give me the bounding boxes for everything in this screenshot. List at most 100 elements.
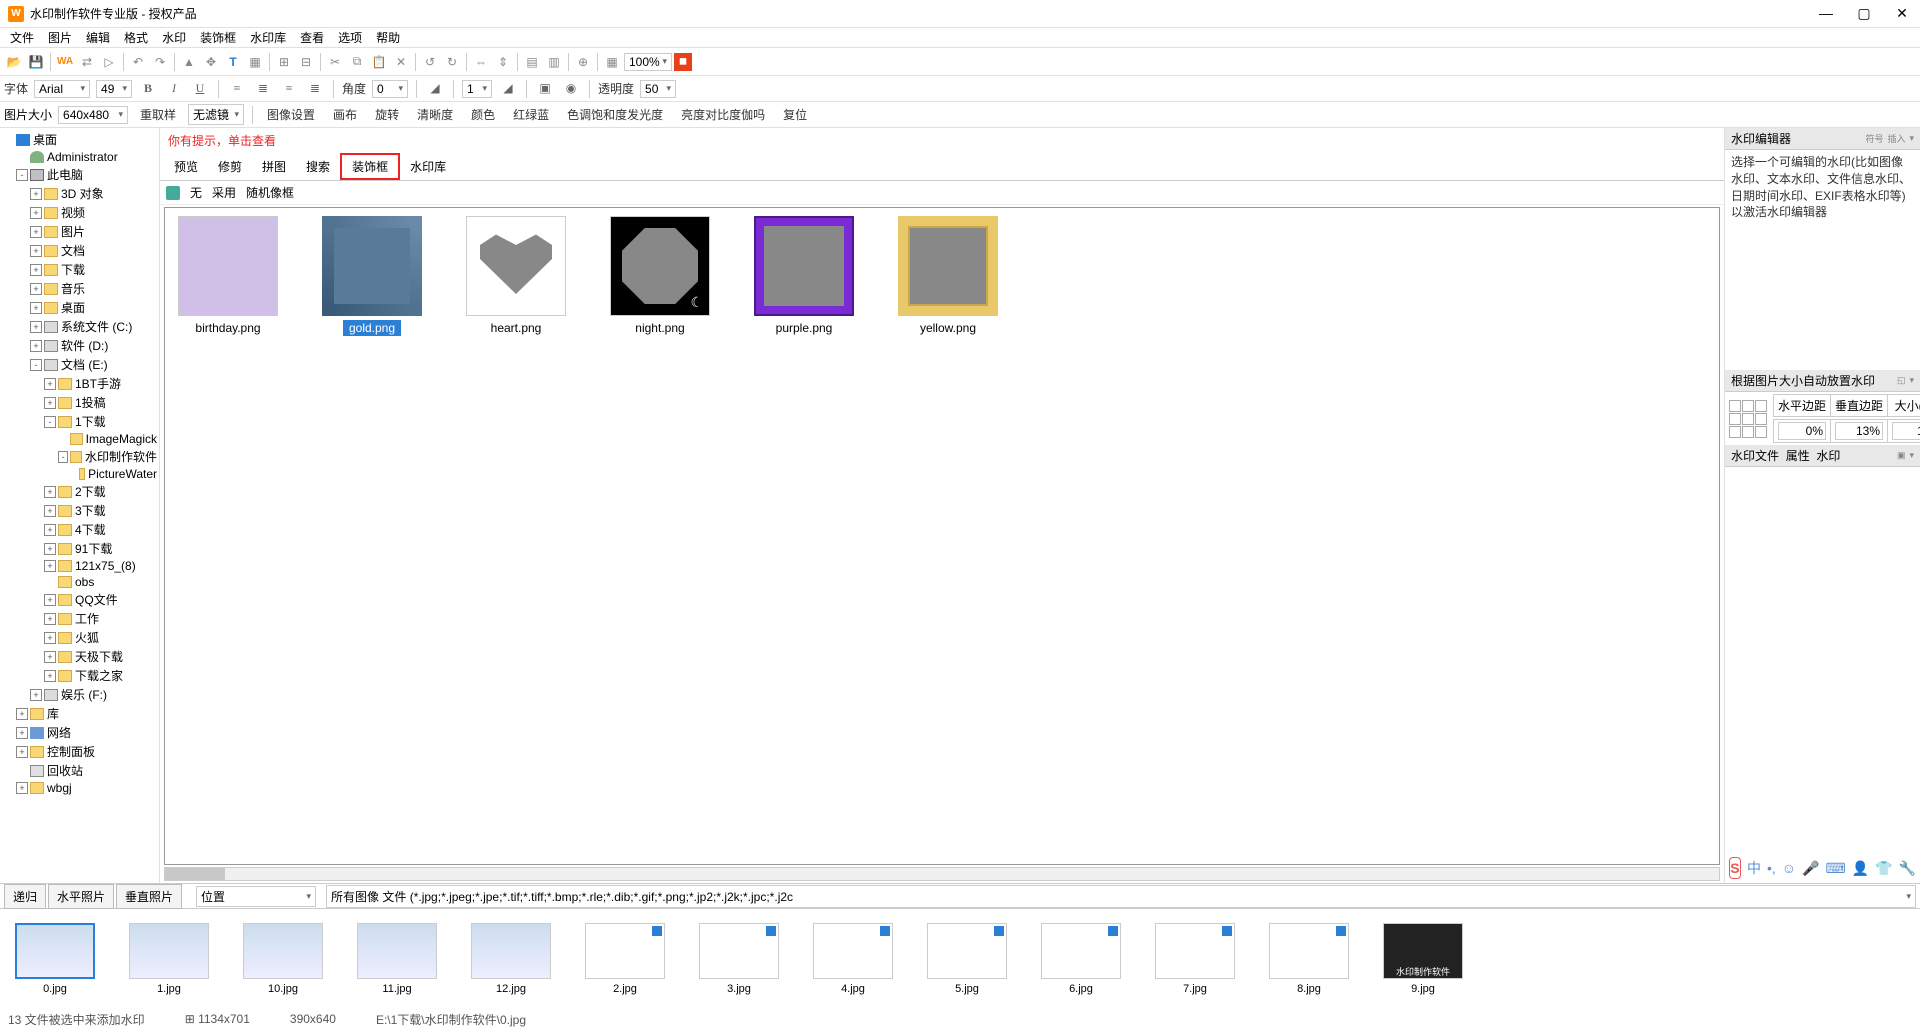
bold-button[interactable]: B — [138, 79, 158, 99]
wa-icon[interactable]: WA — [55, 52, 75, 72]
undo-icon[interactable]: ↶ — [128, 52, 148, 72]
thumb-item[interactable]: 0.jpg — [10, 923, 100, 995]
shadow-button[interactable]: ▣ — [535, 79, 555, 99]
tree-item[interactable]: +火狐 — [0, 628, 159, 647]
image-size-combo[interactable]: 640x480▾ — [58, 106, 128, 124]
ime-punct-icon[interactable]: •, — [1767, 860, 1776, 876]
tree-item[interactable]: +音乐 — [0, 279, 159, 298]
refresh-icon[interactable] — [166, 186, 180, 200]
h-margin-input[interactable] — [1778, 422, 1826, 440]
tree-item[interactable]: 桌面 — [0, 130, 159, 149]
underline-button[interactable]: U — [190, 79, 210, 99]
tree-item[interactable]: -水印制作软件 — [0, 447, 159, 466]
align-right-button[interactable]: ≡ — [279, 79, 299, 99]
redo-icon[interactable]: ↷ — [150, 52, 170, 72]
menu-帮助[interactable]: 帮助 — [370, 27, 406, 48]
group-icon[interactable]: ⊞ — [274, 52, 294, 72]
horizontal-scrollbar[interactable] — [164, 867, 1720, 881]
font-size-combo[interactable]: 49▾ — [96, 80, 132, 98]
filter-combo[interactable]: 无滤镜▾ — [188, 104, 244, 125]
autoplace-min-icon[interactable]: ◱ — [1897, 375, 1906, 386]
tree-item[interactable]: +视频 — [0, 203, 159, 222]
tree-item[interactable]: +1投稿 — [0, 393, 159, 412]
chars-button[interactable]: 符号 — [1865, 132, 1883, 145]
stroke-width-input[interactable]: 1▾ — [462, 80, 492, 98]
wm-del-icon[interactable]: ▾ — [1909, 450, 1914, 461]
adjust-画布[interactable]: 画布 — [327, 104, 363, 125]
thumb-item[interactable]: 11.jpg — [352, 923, 442, 995]
open-icon[interactable]: 📂 — [4, 52, 24, 72]
grid-icon[interactable]: ▦ — [602, 52, 622, 72]
frame-item[interactable]: purple.png — [749, 216, 859, 336]
adjust-复位[interactable]: 复位 — [777, 104, 813, 125]
tree-item[interactable]: -1下载 — [0, 412, 159, 431]
frame-item[interactable]: heart.png — [461, 216, 571, 336]
tab-水印库[interactable]: 水印库 — [400, 155, 456, 178]
thumb-item[interactable]: 12.jpg — [466, 923, 556, 995]
menu-编辑[interactable]: 编辑 — [80, 27, 116, 48]
text-icon[interactable]: T — [223, 52, 243, 72]
wm-add-icon[interactable]: ▣ — [1897, 450, 1906, 461]
resample-button[interactable]: 重取样 — [134, 104, 182, 125]
recursive-tab[interactable]: 递归 — [4, 884, 46, 909]
tree-item[interactable]: Administrator — [0, 149, 159, 165]
ime-lang[interactable]: 中 — [1747, 858, 1761, 878]
tab-拼图[interactable]: 拼图 — [252, 155, 296, 178]
autoplace-close-icon[interactable]: ▾ — [1909, 375, 1914, 386]
sub-none[interactable]: 无 — [190, 184, 202, 201]
ime-skin-icon[interactable]: 👕 — [1875, 860, 1892, 877]
folder-tree[interactable]: 桌面Administrator-此电脑+3D 对象+视频+图片+文档+下载+音乐… — [0, 128, 160, 883]
thumb-item[interactable]: 7.jpg — [1150, 923, 1240, 995]
adjust-清晰度[interactable]: 清晰度 — [411, 104, 459, 125]
tree-item[interactable]: +网络 — [0, 723, 159, 742]
size-pct-input[interactable] — [1892, 422, 1920, 440]
ime-mic-icon[interactable]: 🎤 — [1802, 860, 1819, 877]
position-combo[interactable]: 位置▾ — [196, 886, 316, 907]
thumb-item[interactable]: 4.jpg — [808, 923, 898, 995]
minimize-button[interactable]: — — [1816, 5, 1836, 22]
pointer-icon[interactable]: ▲ — [179, 52, 199, 72]
wm-tab-attr[interactable]: 属性 — [1786, 447, 1810, 464]
font-combo[interactable]: Arial▾ — [34, 80, 90, 98]
wm-tab-wm[interactable]: 水印 — [1816, 447, 1840, 464]
thumb-item[interactable]: 5.jpg — [922, 923, 1012, 995]
horizontal-photo-tab[interactable]: 水平照片 — [48, 884, 114, 909]
save-icon[interactable]: 💾 — [26, 52, 46, 72]
tree-item[interactable]: +工作 — [0, 609, 159, 628]
italic-button[interactable]: I — [164, 79, 184, 99]
tree-item[interactable]: +QQ文件 — [0, 590, 159, 609]
play-icon[interactable]: ▷ — [99, 52, 119, 72]
ime-keyboard-icon[interactable]: ⌨ — [1825, 860, 1845, 877]
tree-item[interactable]: -文档 (E:) — [0, 355, 159, 374]
adjust-亮度对比度伽吗[interactable]: 亮度对比度伽吗 — [675, 104, 771, 125]
adjust-旋转[interactable]: 旋转 — [369, 104, 405, 125]
frame-item[interactable]: gold.png — [317, 216, 427, 336]
flip-h-icon[interactable]: ⇔ — [471, 52, 491, 72]
tree-item[interactable]: +1BT手游 — [0, 374, 159, 393]
tree-item[interactable]: PictureWater — [0, 466, 159, 482]
ime-user-icon[interactable]: 👤 — [1852, 860, 1869, 877]
stop-button[interactable]: ◼ — [674, 53, 692, 71]
tree-item[interactable]: +系统文件 (C:) — [0, 317, 159, 336]
tab-预览[interactable]: 预览 — [164, 155, 208, 178]
opacity-input[interactable]: 50▾ — [640, 80, 676, 98]
align-justify-button[interactable]: ≣ — [305, 79, 325, 99]
tree-item[interactable]: +wbgj — [0, 780, 159, 796]
tree-item[interactable]: +91下载 — [0, 539, 159, 558]
tree-item[interactable]: +下载之家 — [0, 666, 159, 685]
menu-图片[interactable]: 图片 — [42, 27, 78, 48]
rotate-right-icon[interactable]: ↻ — [442, 52, 462, 72]
move-icon[interactable]: ✥ — [201, 52, 221, 72]
align-left-button[interactable]: ≡ — [227, 79, 247, 99]
menu-查看[interactable]: 查看 — [294, 27, 330, 48]
tab-搜索[interactable]: 搜索 — [296, 155, 340, 178]
tree-item[interactable]: ImageMagick — [0, 431, 159, 447]
crosshair-icon[interactable]: ⊕ — [573, 52, 593, 72]
tree-item[interactable]: +桌面 — [0, 298, 159, 317]
adjust-图像设置[interactable]: 图像设置 — [261, 104, 321, 125]
tree-item[interactable]: +2下载 — [0, 482, 159, 501]
tree-item[interactable]: +库 — [0, 704, 159, 723]
tree-item[interactable]: +天极下载 — [0, 647, 159, 666]
tree-item[interactable]: +控制面板 — [0, 742, 159, 761]
adjust-颜色[interactable]: 颜色 — [465, 104, 501, 125]
